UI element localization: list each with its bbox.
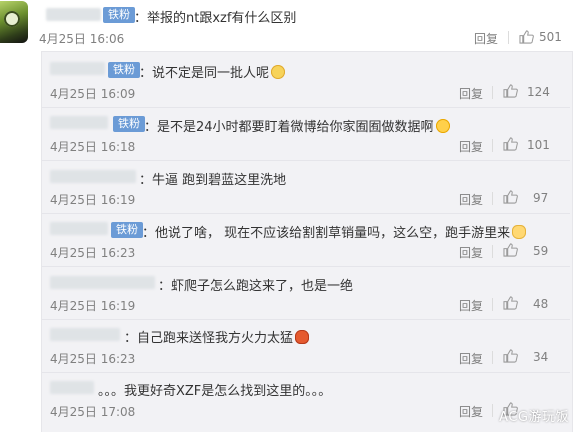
reply-button[interactable]: 回复	[459, 85, 483, 102]
like-count: 48	[533, 297, 549, 311]
divider	[492, 192, 493, 205]
reply-divider	[42, 107, 570, 108]
reply-text: ：自己跑来送怪我方火力太猛	[124, 327, 310, 346]
username-blurred[interactable]	[50, 222, 108, 235]
main-comment: 铁粉 ：举报的nt跟xzf有什么区别 4月25日 16:06 回复 501	[0, 0, 577, 51]
reply-text: ：是不是24小时都要盯着微博给你家囿囿做数据啊	[144, 116, 450, 135]
fan-badge: 铁粉	[103, 7, 135, 23]
reply-time: 4月25日 16:18	[50, 140, 136, 154]
username-blurred[interactable]	[50, 328, 120, 341]
reply-text: ：说不定是同一批人呢	[139, 62, 286, 81]
reply-button[interactable]: 回复	[474, 30, 498, 47]
divider	[508, 31, 509, 44]
reply-time: 4月25日 16:19	[50, 193, 136, 207]
reply-button[interactable]: 回复	[459, 403, 483, 420]
divider	[492, 404, 493, 417]
divider	[492, 298, 493, 311]
like-count: 124	[527, 85, 550, 99]
divider	[492, 139, 493, 152]
reply-divider	[42, 160, 570, 161]
reply-text: ：虾爬子怎么跑这来了，也是一绝	[158, 279, 354, 294]
thinking-face-icon	[435, 119, 450, 133]
thumbs-up-icon[interactable]	[503, 137, 518, 151]
hand-icon	[512, 225, 527, 239]
username-blurred[interactable]	[50, 116, 108, 129]
username-blurred[interactable]	[50, 170, 136, 183]
like-count: 34	[533, 350, 549, 364]
divider	[492, 86, 493, 99]
replies-panel	[41, 51, 573, 432]
reply-time: 4月25日 16:23	[50, 246, 136, 260]
like-count: 501	[539, 30, 562, 44]
reply-divider	[42, 213, 570, 214]
reply-divider	[42, 266, 570, 267]
reply-text: ：牛逼 跑到碧蓝这里洗地	[139, 173, 287, 188]
divider	[492, 351, 493, 364]
divider	[492, 245, 493, 258]
thumbs-up-icon[interactable]	[503, 190, 518, 204]
reply-divider	[42, 372, 570, 373]
fan-badge: 铁粉	[108, 62, 140, 78]
avatar[interactable]	[0, 1, 28, 43]
reply-text: ：他说了啥， 现在不应该给割割草销量吗，这么空，跑手游里来	[142, 222, 527, 241]
watermark: ACG游玩饭	[499, 410, 569, 425]
thumbs-up-icon[interactable]	[503, 349, 518, 363]
username-blurred[interactable]	[46, 8, 101, 21]
reply-button[interactable]: 回复	[459, 244, 483, 261]
reply-text: 。。。我更好奇XZF是怎么找到这里的。。。	[98, 384, 332, 399]
comment-text: ：举报的nt跟xzf有什么区别	[134, 11, 297, 26]
reply-button[interactable]: 回复	[459, 138, 483, 155]
username-blurred[interactable]	[50, 381, 94, 394]
reply-time: 4月25日 16:19	[50, 299, 136, 313]
reply-time: 4月25日 16:09	[50, 87, 136, 101]
username-blurred[interactable]	[50, 62, 105, 75]
username-blurred[interactable]	[50, 276, 155, 289]
reply-time: 4月25日 16:23	[50, 352, 136, 366]
thumbs-up-icon[interactable]	[503, 296, 518, 310]
cat-face-icon	[271, 65, 286, 79]
like-count: 101	[527, 138, 550, 152]
thumbs-up-icon[interactable]	[503, 243, 518, 257]
reply-button[interactable]: 回复	[459, 297, 483, 314]
reply-time: 4月25日 17:08	[50, 405, 136, 419]
reply-button[interactable]: 回复	[459, 191, 483, 208]
reply-divider	[42, 319, 570, 320]
fan-badge: 铁粉	[113, 116, 145, 132]
doll-icon	[295, 330, 310, 344]
comment-time: 4月25日 16:06	[39, 32, 125, 46]
reply-button[interactable]: 回复	[459, 350, 483, 367]
thumbs-up-icon[interactable]	[503, 84, 518, 98]
like-count: 97	[533, 191, 549, 205]
fan-badge: 铁粉	[111, 222, 143, 238]
like-count: 59	[533, 244, 549, 258]
thumbs-up-icon[interactable]	[519, 30, 534, 44]
